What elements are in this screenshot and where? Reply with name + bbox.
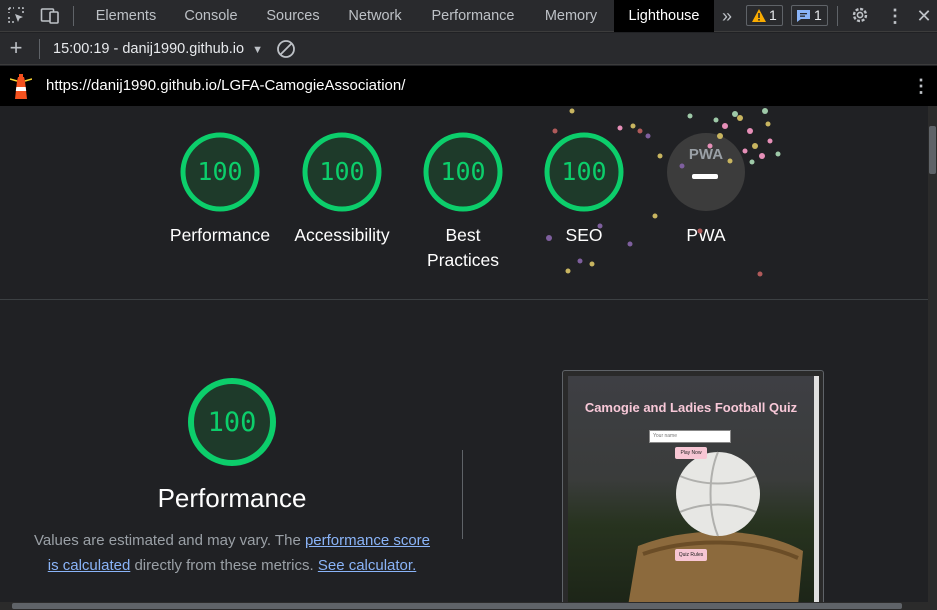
confetti-decoration [546,108,781,277]
screenshot-image: Camogie and Ladies Football Quiz Your na… [568,376,814,604]
gauge-label-best-practices[interactable]: Best Practices [403,223,523,273]
see-calculator-link[interactable]: See calculator. [318,557,416,574]
report-url-bar: https://danij1990.github.io/LGFA-Camogie… [0,66,937,106]
warning-icon [752,9,766,22]
screenshot-scrollbar [814,376,819,604]
settings-gear-icon[interactable] [849,5,871,27]
performance-score: 100 [197,157,242,186]
divider [39,39,40,59]
report-menu-icon[interactable]: ⋮ [912,66,930,106]
devtools-tab-bar: Elements Console Sources Network Perform… [0,0,937,32]
lighthouse-toolbar: + 15:00:19 - danij1990.github.io ▼ [0,33,937,65]
customize-menu-icon[interactable]: ⋮ [884,5,906,27]
performance-score-link-cont[interactable]: is calculated [48,557,131,574]
quiz-rules-button: Quiz Rules [675,549,707,561]
performance-score-link[interactable]: performance score [305,532,430,549]
divider [837,6,838,26]
gauge-label-line: Best [445,225,481,245]
performance-large-score: 100 [208,407,257,438]
tab-sources[interactable]: Sources [254,0,332,32]
best-practices-score: 100 [440,157,485,186]
divider [73,6,74,26]
gauge-label-line: Practices [427,250,499,270]
warnings-count: 1 [769,7,777,23]
play-now-button: Play Now [675,447,707,459]
messages-badge[interactable]: 1 [791,5,828,26]
tab-lighthouse[interactable]: Lighthouse [614,0,714,32]
gauge-label-accessibility[interactable]: Accessibility [282,223,402,248]
accessibility-score: 100 [319,157,364,186]
new-report-plus-icon[interactable]: + [5,37,27,59]
close-icon[interactable]: ✕ [913,5,935,27]
performance-gauge[interactable]: 100 [179,131,261,213]
report-url[interactable]: https://danij1990.github.io/LGFA-Camogie… [46,66,405,106]
tab-memory[interactable]: Memory [530,0,612,32]
report-selector[interactable]: 15:00:19 - danij1990.github.io ▼ [53,33,263,65]
section-divider [0,299,928,300]
tab-network[interactable]: Network [334,0,416,32]
vertical-scrollbar[interactable] [928,106,937,604]
tab-performance[interactable]: Performance [418,0,528,32]
message-icon [797,10,810,22]
accessibility-gauge[interactable]: 100 [301,131,383,213]
scrollbar-thumb[interactable] [12,603,902,609]
dropdown-arrow-icon: ▼ [252,44,263,56]
gauge-label-performance[interactable]: Performance [160,223,280,248]
quiz-title: Camogie and Ladies Football Quiz [584,400,798,415]
warnings-badge[interactable]: 1 [746,5,783,26]
performance-description: Values are estimated and may vary. The p… [22,528,442,578]
clear-all-icon[interactable] [276,39,296,64]
device-toolbar-icon[interactable] [40,5,62,27]
tab-console[interactable]: Console [170,0,252,32]
lighthouse-report: 100 Performance 100 Accessibility 100 Be… [0,106,928,604]
messages-count: 1 [814,7,822,23]
performance-heading: Performance [157,483,307,513]
performance-large-gauge: 100 [188,378,276,466]
description-text: Values are estimated and may vary. The [33,532,305,549]
name-input: Your name [649,430,731,443]
best-practices-gauge[interactable]: 100 [422,131,504,213]
horizontal-scrollbar[interactable] [0,602,937,610]
more-tabs-icon[interactable]: » [716,5,738,27]
report-selector-label: 15:00:19 - danij1990.github.io [53,41,245,57]
inspect-element-icon[interactable] [5,5,27,27]
tab-elements[interactable]: Elements [84,0,168,32]
lighthouse-logo-icon [9,73,33,106]
scrollbar-thumb[interactable] [929,126,936,174]
description-text: directly from these metrics. [130,557,318,574]
final-screenshot[interactable]: Camogie and Ladies Football Quiz Your na… [562,370,824,604]
vertical-divider [462,450,463,539]
